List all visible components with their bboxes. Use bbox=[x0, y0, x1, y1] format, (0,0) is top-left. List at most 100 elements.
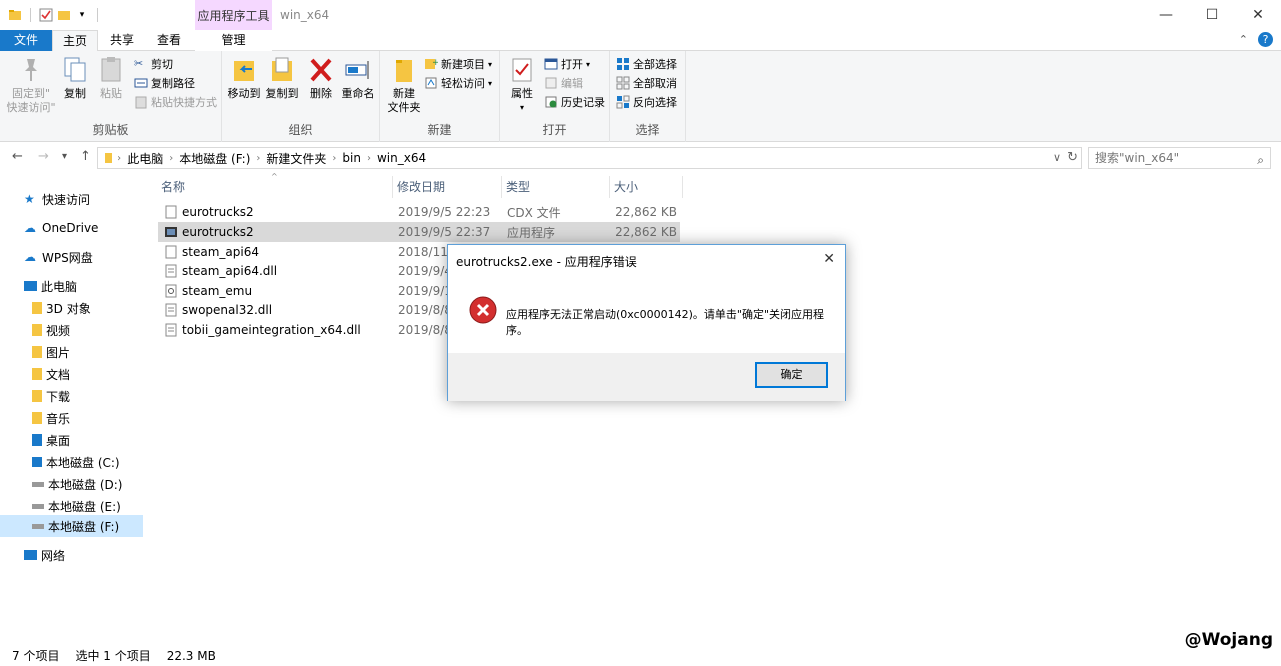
nav-downloads[interactable]: 下载 bbox=[0, 385, 143, 407]
breadcrumb-drive-f[interactable]: 本地磁盘 (F:) bbox=[179, 150, 250, 167]
application-icon bbox=[165, 227, 177, 237]
copy-button[interactable]: 复制 bbox=[60, 55, 90, 101]
tab-manage[interactable]: 管理 bbox=[195, 30, 272, 51]
window-title: win_x64 bbox=[280, 8, 330, 22]
ribbon-tabs: 文件 主页 共享 查看 管理 ⌃ ? bbox=[0, 30, 1281, 51]
open-button[interactable]: 打开 ▾ bbox=[544, 55, 590, 73]
address-dropdown-icon[interactable]: ∨ bbox=[1053, 151, 1061, 164]
nav-drive-d[interactable]: 本地磁盘 (D:) bbox=[0, 473, 143, 495]
recent-dropdown-icon[interactable]: ▾ bbox=[62, 151, 67, 162]
open-group-title: 打开 bbox=[542, 123, 567, 137]
copy-path-button[interactable]: 复制路径 bbox=[134, 74, 195, 92]
delete-button[interactable]: 删除 bbox=[308, 55, 334, 101]
nav-onedrive[interactable]: ☁ OneDrive bbox=[0, 217, 143, 239]
new-folder-icon[interactable] bbox=[57, 8, 71, 22]
nav-drive-f[interactable]: 本地磁盘 (F:) bbox=[0, 515, 143, 537]
clipboard-group: 固定到" 快速访问" 复制 粘贴 ✂ 剪切 复制路径 粘贴快捷方式 剪贴板 bbox=[0, 51, 222, 142]
tab-file[interactable]: 文件 bbox=[0, 30, 52, 51]
new-folder-button[interactable]: 新建 文件夹 bbox=[384, 55, 424, 115]
address-bar[interactable]: › 此电脑 › 本地磁盘 (F:) › 新建文件夹 › bin › win_x6… bbox=[97, 147, 1082, 169]
nav-pictures[interactable]: 图片 bbox=[0, 341, 143, 363]
nav-documents[interactable]: 文档 bbox=[0, 363, 143, 385]
collapse-ribbon-icon[interactable]: ⌃ bbox=[1239, 33, 1248, 46]
cloud-icon: ☁ bbox=[24, 221, 36, 235]
select-none-button[interactable]: 全部取消 bbox=[616, 74, 677, 92]
column-header-name[interactable]: 名称 bbox=[158, 176, 393, 198]
nav-network[interactable]: 网络 bbox=[0, 544, 143, 566]
navigation-pane: ★ 快速访问 ☁ OneDrive ☁ WPS网盘 此电脑 3D 对象 视频 图片 文… bbox=[0, 172, 145, 642]
invert-selection-button[interactable]: 反向选择 bbox=[616, 93, 677, 111]
paste-shortcut-button[interactable]: 粘贴快捷方式 bbox=[134, 93, 217, 111]
column-header-size[interactable]: 大小 bbox=[611, 176, 683, 198]
nav-3d-objects[interactable]: 3D 对象 bbox=[0, 297, 143, 319]
rename-icon bbox=[345, 61, 369, 79]
copy-label: 复制 bbox=[64, 87, 86, 100]
properties-icon bbox=[512, 58, 532, 82]
nav-drive-c[interactable]: 本地磁盘 (C:) bbox=[0, 451, 143, 473]
close-button[interactable]: ✕ bbox=[1235, 0, 1281, 30]
select-all-button[interactable]: 全部选择 bbox=[616, 55, 677, 73]
rename-button[interactable]: 重命名 bbox=[340, 55, 376, 101]
breadcrumb-this-pc[interactable]: 此电脑 bbox=[127, 150, 163, 167]
history-label: 历史记录 bbox=[561, 96, 605, 109]
refresh-icon[interactable]: ↻ bbox=[1067, 150, 1078, 165]
maximize-button[interactable]: ☐ bbox=[1189, 0, 1235, 30]
pin-quick-access-button[interactable]: 固定到" 快速访问" bbox=[6, 55, 56, 115]
file-row[interactable]: eurotrucks2 2019/9/5 22:23 CDX 文件 22,862… bbox=[158, 202, 680, 222]
nav-music[interactable]: 音乐 bbox=[0, 407, 143, 429]
download-folder-icon bbox=[32, 390, 42, 402]
music-folder-icon bbox=[32, 412, 42, 424]
nav-drive-e[interactable]: 本地磁盘 (E:) bbox=[0, 495, 143, 517]
nav-this-pc[interactable]: 此电脑 bbox=[0, 275, 143, 297]
nav-videos[interactable]: 视频 bbox=[0, 319, 143, 341]
context-tab-header: 应用程序工具 bbox=[195, 0, 272, 30]
forward-arrow-icon[interactable]: → bbox=[38, 149, 49, 164]
properties-check-icon[interactable] bbox=[39, 8, 53, 22]
minimize-button[interactable]: — bbox=[1143, 0, 1189, 30]
up-arrow-icon[interactable]: ↑ bbox=[80, 149, 91, 164]
easy-access-button[interactable]: 轻松访问 ▾ bbox=[424, 74, 492, 92]
status-bar: 7 个项目 选中 1 个项目 22.3 MB bbox=[0, 645, 1281, 666]
copy-to-button[interactable]: 复制到 bbox=[264, 55, 300, 101]
file-row-selected[interactable]: eurotrucks2 2019/9/5 22:37 应用程序 22,862 K… bbox=[158, 222, 680, 242]
delete-x-icon bbox=[310, 58, 332, 82]
nav-quick-access[interactable]: ★ 快速访问 bbox=[0, 188, 143, 210]
paste-button[interactable]: 粘贴 bbox=[96, 55, 126, 101]
dialog-close-button[interactable]: ✕ bbox=[823, 251, 835, 267]
tab-share[interactable]: 共享 bbox=[100, 30, 144, 51]
search-input[interactable]: 搜索"win_x64" ⌕ bbox=[1088, 147, 1271, 169]
scissors-icon: ✂ bbox=[134, 57, 144, 70]
search-icon: ⌕ bbox=[1257, 153, 1264, 167]
nav-desktop[interactable]: 桌面 bbox=[0, 429, 143, 451]
ok-button[interactable]: 确定 bbox=[755, 362, 828, 388]
settings-file-icon bbox=[165, 284, 177, 298]
back-arrow-icon[interactable]: ← bbox=[12, 149, 23, 164]
nav-wps[interactable]: ☁ WPS网盘 bbox=[0, 246, 143, 268]
file-icon bbox=[165, 245, 177, 259]
select-none-icon bbox=[616, 76, 630, 90]
move-to-button[interactable]: 移动到 bbox=[226, 55, 262, 101]
new-item-button[interactable]: + 新建项目 ▾ bbox=[424, 55, 492, 73]
clipboard-group-title: 剪贴板 bbox=[92, 123, 129, 137]
folder-icon bbox=[105, 153, 112, 163]
file-size: 22,862 KB bbox=[615, 205, 677, 219]
column-header-date[interactable]: 修改日期 bbox=[394, 176, 502, 198]
invert-selection-label: 反向选择 bbox=[633, 96, 677, 109]
new-item-icon: + bbox=[425, 58, 438, 69]
breadcrumb-win-x64[interactable]: win_x64 bbox=[377, 151, 426, 165]
properties-button[interactable]: 属性 ▾ bbox=[506, 55, 538, 115]
computer-icon bbox=[24, 281, 37, 291]
breadcrumb-new-folder[interactable]: 新建文件夹 bbox=[266, 150, 326, 167]
folder-icon bbox=[9, 10, 21, 20]
column-header-type[interactable]: 类型 bbox=[503, 176, 610, 198]
help-icon[interactable]: ? bbox=[1258, 32, 1273, 47]
file-date: 2019/9/4 bbox=[398, 264, 452, 278]
tab-view[interactable]: 查看 bbox=[146, 30, 192, 51]
status-selected-size: 22.3 MB bbox=[166, 648, 216, 663]
edit-button[interactable]: 编辑 bbox=[544, 74, 583, 92]
history-button[interactable]: 历史记录 bbox=[544, 93, 605, 111]
tab-home[interactable]: 主页 bbox=[52, 30, 98, 51]
qa-dropdown-icon[interactable]: ▾ bbox=[75, 8, 89, 22]
cut-button[interactable]: ✂ 剪切 bbox=[134, 55, 173, 73]
breadcrumb-bin[interactable]: bin bbox=[342, 151, 361, 165]
